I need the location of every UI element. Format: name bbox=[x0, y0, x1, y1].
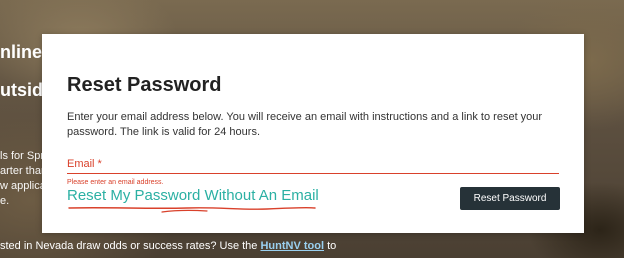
background-text-line-2: arter than bbox=[0, 165, 44, 177]
modal-description: Enter your email address below. You will… bbox=[67, 111, 543, 138]
reset-without-email-link[interactable]: Reset My Password Without An Email bbox=[67, 187, 319, 204]
background-bottom-text: sted in Nevada draw odds or success rate… bbox=[0, 240, 336, 252]
email-field[interactable] bbox=[67, 155, 559, 174]
background-text-line-3: w applica bbox=[0, 180, 44, 192]
background-bottom-prefix: sted in Nevada draw odds or success rate… bbox=[0, 240, 261, 252]
background-text-line-4: e. bbox=[0, 195, 10, 207]
modal-title: Reset Password bbox=[67, 74, 222, 96]
background-heading-line-2: utside bbox=[0, 80, 44, 100]
red-underline-annotation bbox=[68, 206, 316, 213]
background-bottom-suffix: to bbox=[324, 240, 337, 252]
background-text-line-1: ls for Spri bbox=[0, 150, 44, 162]
huntnv-tool-link[interactable]: HuntNV tool bbox=[260, 240, 324, 252]
reset-password-modal: Reset Password Enter your email address … bbox=[42, 34, 584, 233]
background-heading-line-1: nline bbox=[0, 42, 43, 62]
reset-password-button[interactable]: Reset Password bbox=[460, 187, 560, 210]
email-error-message: Please enter an email address. bbox=[67, 179, 164, 186]
